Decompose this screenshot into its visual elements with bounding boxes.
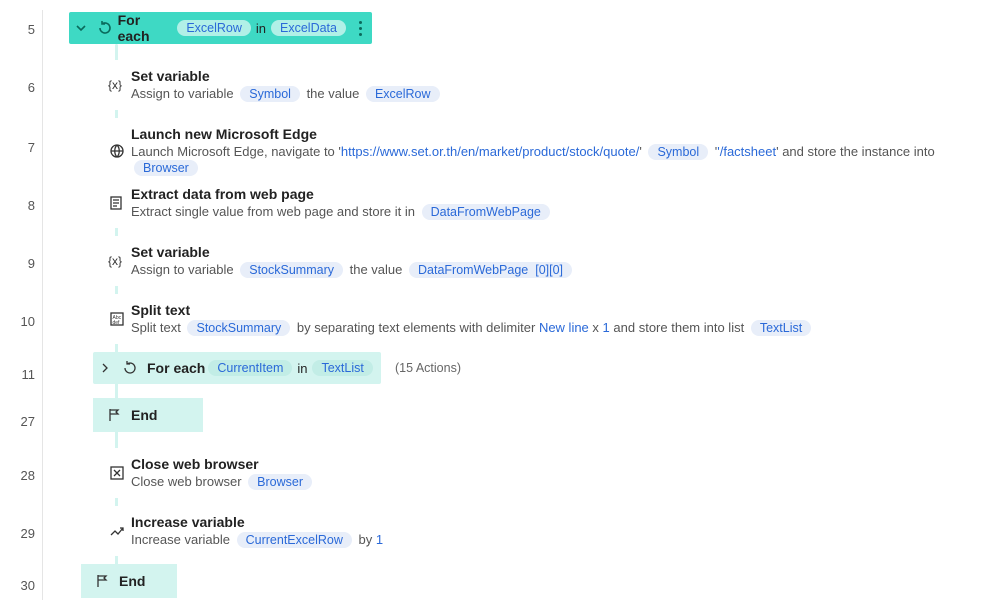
variable-pill[interactable]: StockSummary — [187, 320, 290, 336]
variable-pill[interactable]: Browser — [248, 474, 312, 490]
collapse-icon[interactable] — [69, 22, 92, 34]
svg-text:{x}: {x} — [108, 78, 122, 92]
line-number: 11 — [0, 367, 35, 382]
line-number: 30 — [0, 578, 35, 593]
variable-pill[interactable]: ExcelRow — [177, 20, 251, 36]
variable-pill[interactable]: CurrentItem — [208, 360, 292, 376]
variable-pill[interactable]: ExcelRow — [366, 86, 440, 102]
line-number: 27 — [0, 414, 35, 429]
foreach-currentitem-header[interactable]: For each CurrentItem in TextList — [93, 352, 381, 384]
action-set-variable-stocksummary[interactable]: {x} Set variable Assign to variable Stoc… — [93, 236, 992, 286]
action-title: Set variable — [131, 244, 982, 260]
action-title: Set variable — [131, 68, 982, 84]
end-label: End — [119, 573, 145, 589]
action-extract-web-data[interactable]: Extract data from web page Extract singl… — [93, 178, 992, 228]
action-title: Close web browser — [131, 456, 982, 472]
action-title: Split text — [131, 302, 982, 318]
line-number: 9 — [0, 256, 35, 271]
variable-pill[interactable]: CurrentExcelRow — [237, 532, 352, 548]
expand-icon[interactable] — [93, 362, 117, 374]
svg-text:{x}: {x} — [108, 254, 122, 268]
foreach-excelrow-header[interactable]: For each ExcelRow in ExcelData — [69, 12, 372, 44]
action-title: Launch new Microsoft Edge — [131, 126, 982, 142]
variable-pill[interactable]: Symbol — [648, 144, 708, 160]
line-number: 7 — [0, 140, 35, 155]
action-split-text[interactable]: Abcdef Split text Split text StockSummar… — [93, 294, 992, 344]
action-description: Assign to variable StockSummary the valu… — [131, 262, 982, 278]
action-description: Assign to variable Symbol the value Exce… — [131, 86, 982, 102]
variable-pill[interactable]: DataFromWebPage — [422, 204, 550, 220]
action-description: Split text StockSummary by separating te… — [131, 320, 982, 336]
trend-up-icon — [103, 523, 131, 539]
line-number: 28 — [0, 468, 35, 483]
variable-icon: {x} — [103, 77, 131, 93]
end-inner-loop[interactable]: End — [93, 398, 203, 432]
line-number: 29 — [0, 526, 35, 541]
line-number: 6 — [0, 80, 35, 95]
action-description: Close web browser Browser — [131, 474, 982, 490]
variable-pill[interactable]: DataFromWebPage [0][0] — [409, 262, 572, 278]
action-description: Extract single value from web page and s… — [131, 204, 982, 220]
variable-pill[interactable]: Browser — [134, 160, 198, 176]
close-window-icon — [103, 465, 131, 481]
variable-pill[interactable]: TextList — [312, 360, 372, 376]
action-title: Increase variable — [131, 514, 982, 530]
action-description: Launch Microsoft Edge, navigate to 'http… — [131, 144, 982, 176]
in-keyword: in — [256, 21, 266, 36]
action-launch-edge[interactable]: Launch new Microsoft Edge Launch Microso… — [93, 118, 992, 184]
globe-icon — [103, 143, 131, 159]
end-outer-loop[interactable]: End — [81, 564, 177, 598]
loop-icon — [92, 20, 117, 36]
foreach-label: For each — [118, 12, 175, 44]
page-icon — [103, 195, 131, 211]
action-set-variable-symbol[interactable]: {x} Set variable Assign to variable Symb… — [93, 60, 992, 110]
foreach-label: For each — [147, 360, 205, 376]
svg-text:def: def — [113, 320, 121, 326]
action-description: Increase variable CurrentExcelRow by 1 — [131, 532, 982, 548]
flag-icon — [101, 407, 127, 423]
variable-pill[interactable]: ExcelData — [271, 20, 346, 36]
end-label: End — [131, 407, 157, 423]
flag-icon — [89, 573, 115, 589]
variable-icon: {x} — [103, 253, 131, 269]
action-close-browser[interactable]: Close web browser Close web browser Brow… — [93, 448, 992, 498]
text-icon: Abcdef — [103, 311, 131, 327]
variable-pill[interactable]: TextList — [751, 320, 811, 336]
more-menu-icon[interactable] — [349, 21, 372, 36]
action-count: (15 Actions) — [395, 361, 461, 375]
loop-icon — [117, 360, 143, 376]
line-number: 5 — [0, 22, 35, 37]
action-increase-variable[interactable]: Increase variable Increase variable Curr… — [93, 506, 992, 556]
line-number: 8 — [0, 198, 35, 213]
variable-pill[interactable]: Symbol — [240, 86, 300, 102]
in-keyword: in — [297, 361, 307, 376]
line-number: 10 — [0, 314, 35, 329]
variable-pill[interactable]: StockSummary — [240, 262, 343, 278]
action-title: Extract data from web page — [131, 186, 982, 202]
